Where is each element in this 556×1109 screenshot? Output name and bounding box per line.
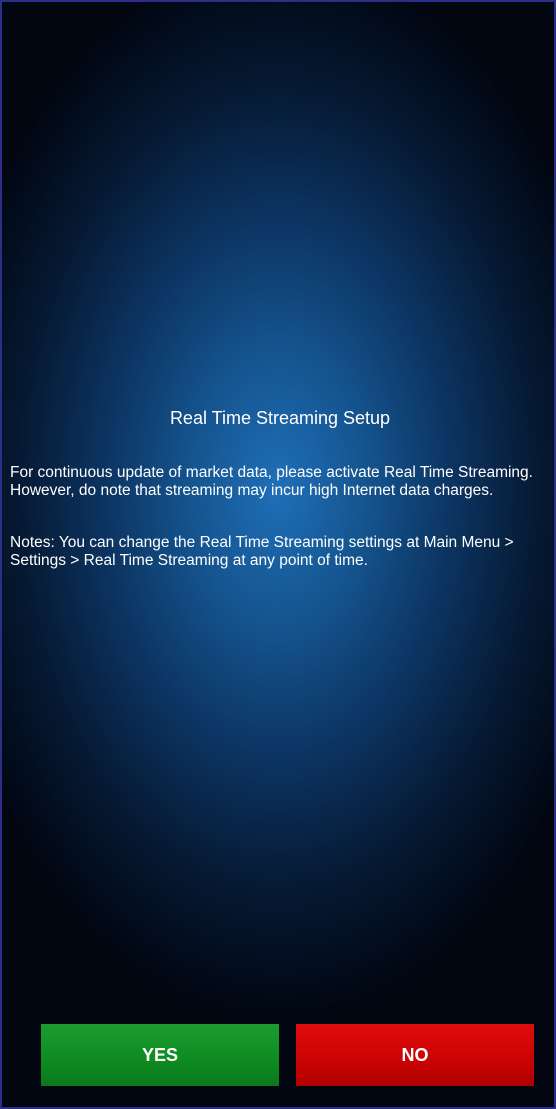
yes-button[interactable]: YES <box>41 1024 279 1086</box>
dialog-title: Real Time Streaming Setup <box>169 408 391 428</box>
streaming-setup-screen: Real Time Streaming Setup For continuous… <box>0 0 556 1109</box>
streaming-message: For continuous update of market data, pl… <box>10 464 533 499</box>
no-button-label: NO <box>401 1044 429 1065</box>
yes-button-label: YES <box>141 1044 179 1065</box>
no-button[interactable]: NO <box>296 1024 534 1086</box>
settings-notes: Notes: You can change the Real Time Stre… <box>10 534 514 569</box>
